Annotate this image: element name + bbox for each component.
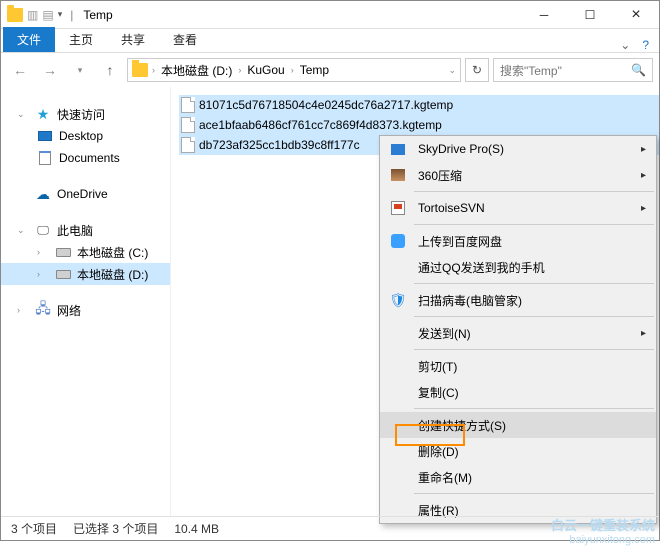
network-icon: 🖧 <box>35 302 51 318</box>
close-button[interactable]: × <box>613 1 659 29</box>
zip-icon <box>390 167 406 183</box>
menu-separator <box>414 408 654 409</box>
baidu-icon <box>390 233 406 249</box>
file-name: db723af325cc1bdb39c8ff177c <box>199 138 360 152</box>
menu-separator <box>414 316 654 317</box>
nav-this-pc[interactable]: ⌄🖵 此电脑 <box>1 219 170 241</box>
quick-access-toolbar: ▥ ▤ ▾ | <box>7 8 77 22</box>
search-placeholder: 搜索"Temp" <box>500 62 562 79</box>
menu-copy[interactable]: 复制(C) <box>380 379 656 405</box>
menu-separator <box>414 349 654 350</box>
title-bar: ▥ ▤ ▾ | Temp ─ ☐ × <box>1 1 659 29</box>
ribbon: 文件 主页 共享 查看 ⌄ ? <box>1 29 659 53</box>
shield-icon: 🛡 <box>390 292 406 308</box>
status-item-count: 3 个项目 <box>11 520 57 537</box>
menu-tortoisesvn[interactable]: TortoiseSVN▸ <box>380 195 656 221</box>
qat-btn[interactable]: ▥ <box>27 8 38 22</box>
file-icon <box>181 97 195 113</box>
file-name: 81071c5d76718504c4e0245dc76a2717.kgtemp <box>199 98 453 112</box>
file-name: ace1bfaab6486cf761cc7c869f4d8373.kgtemp <box>199 118 442 132</box>
menu-delete[interactable]: 删除(D) <box>380 438 656 464</box>
nav-network[interactable]: ›🖧 网络 <box>1 299 170 321</box>
back-button[interactable]: ← <box>7 57 33 83</box>
ribbon-file[interactable]: 文件 <box>3 27 55 52</box>
ribbon-tab-share[interactable]: 共享 <box>107 27 159 52</box>
menu-separator <box>414 224 654 225</box>
qat-dropdown[interactable]: ▾ <box>58 9 63 20</box>
context-menu: SkyDrive Pro(S)▸ 360压缩▸ TortoiseSVN▸ 上传到… <box>379 135 657 524</box>
drive-icon <box>55 244 71 260</box>
help-icon[interactable]: ? <box>642 38 649 52</box>
ribbon-tab-view[interactable]: 查看 <box>159 27 211 52</box>
star-icon: ★ <box>35 106 51 122</box>
menu-send-to[interactable]: 发送到(N)▸ <box>380 320 656 346</box>
forward-button[interactable]: → <box>37 57 63 83</box>
breadcrumb-segment[interactable]: Temp <box>298 63 331 77</box>
menu-360zip[interactable]: 360压缩▸ <box>380 162 656 188</box>
nav-quick-access[interactable]: ⌄★ 快速访问 <box>1 103 170 125</box>
search-box[interactable]: 搜索"Temp" 🔍 <box>493 58 653 82</box>
file-row[interactable]: 81071c5d76718504c4e0245dc76a2717.kgtemp <box>179 95 659 115</box>
menu-baidu-upload[interactable]: 上传到百度网盘 <box>380 228 656 254</box>
maximize-button[interactable]: ☐ <box>567 1 613 29</box>
breadcrumb-segment[interactable]: KuGou <box>245 63 286 77</box>
qat-btn[interactable]: ▤ <box>42 8 53 22</box>
address-toolbar: ← → ▾ ↑ › 本地磁盘 (D:) › KuGou › Temp ⌄ ↻ 搜… <box>1 53 659 87</box>
desktop-icon <box>37 128 53 144</box>
menu-rename[interactable]: 重命名(M) <box>380 464 656 490</box>
pc-icon: 🖵 <box>35 222 51 238</box>
skydrive-icon <box>390 141 406 157</box>
menu-create-shortcut[interactable]: 创建快捷方式(S) <box>380 412 656 438</box>
status-bar: 3 个项目 已选择 3 个项目 10.4 MB <box>1 516 659 540</box>
nav-desktop[interactable]: Desktop <box>1 125 170 147</box>
svn-icon <box>390 200 406 216</box>
ribbon-collapse-icon[interactable]: ⌄ <box>620 38 630 52</box>
breadcrumb-segment[interactable]: 本地磁盘 (D:) <box>159 62 234 79</box>
menu-skydrive[interactable]: SkyDrive Pro(S)▸ <box>380 136 656 162</box>
file-icon <box>181 137 195 153</box>
menu-scan-virus[interactable]: 🛡扫描病毒(电脑管家) <box>380 287 656 313</box>
refresh-button[interactable]: ↻ <box>465 58 489 82</box>
search-icon: 🔍 <box>631 63 646 77</box>
address-bar[interactable]: › 本地磁盘 (D:) › KuGou › Temp ⌄ <box>127 58 461 82</box>
menu-separator <box>414 493 654 494</box>
documents-icon <box>37 150 53 166</box>
ribbon-tab-home[interactable]: 主页 <box>55 27 107 52</box>
menu-cut[interactable]: 剪切(T) <box>380 353 656 379</box>
file-row[interactable]: ace1bfaab6486cf761cc7c869f4d8373.kgtemp <box>179 115 659 135</box>
window-title: Temp <box>83 8 112 22</box>
file-icon <box>181 117 195 133</box>
minimize-button[interactable]: ─ <box>521 1 567 29</box>
menu-separator <box>414 191 654 192</box>
navigation-pane: ⌄★ 快速访问 Desktop Documents ☁ OneDrive ⌄🖵 … <box>1 87 171 517</box>
nav-documents[interactable]: Documents <box>1 147 170 169</box>
status-size: 10.4 MB <box>174 522 219 536</box>
cloud-icon: ☁ <box>35 186 51 202</box>
nav-drive-d[interactable]: › 本地磁盘 (D:) <box>1 263 170 285</box>
up-button[interactable]: ↑ <box>97 57 123 83</box>
menu-separator <box>414 283 654 284</box>
folder-icon <box>7 8 23 22</box>
nav-onedrive[interactable]: ☁ OneDrive <box>1 183 170 205</box>
history-dropdown[interactable]: ▾ <box>67 57 93 83</box>
drive-icon <box>55 266 71 282</box>
menu-qq-send[interactable]: 通过QQ发送到我的手机 <box>380 254 656 280</box>
nav-drive-c[interactable]: › 本地磁盘 (C:) <box>1 241 170 263</box>
status-selected: 已选择 3 个项目 <box>73 520 158 537</box>
folder-icon <box>132 63 148 77</box>
